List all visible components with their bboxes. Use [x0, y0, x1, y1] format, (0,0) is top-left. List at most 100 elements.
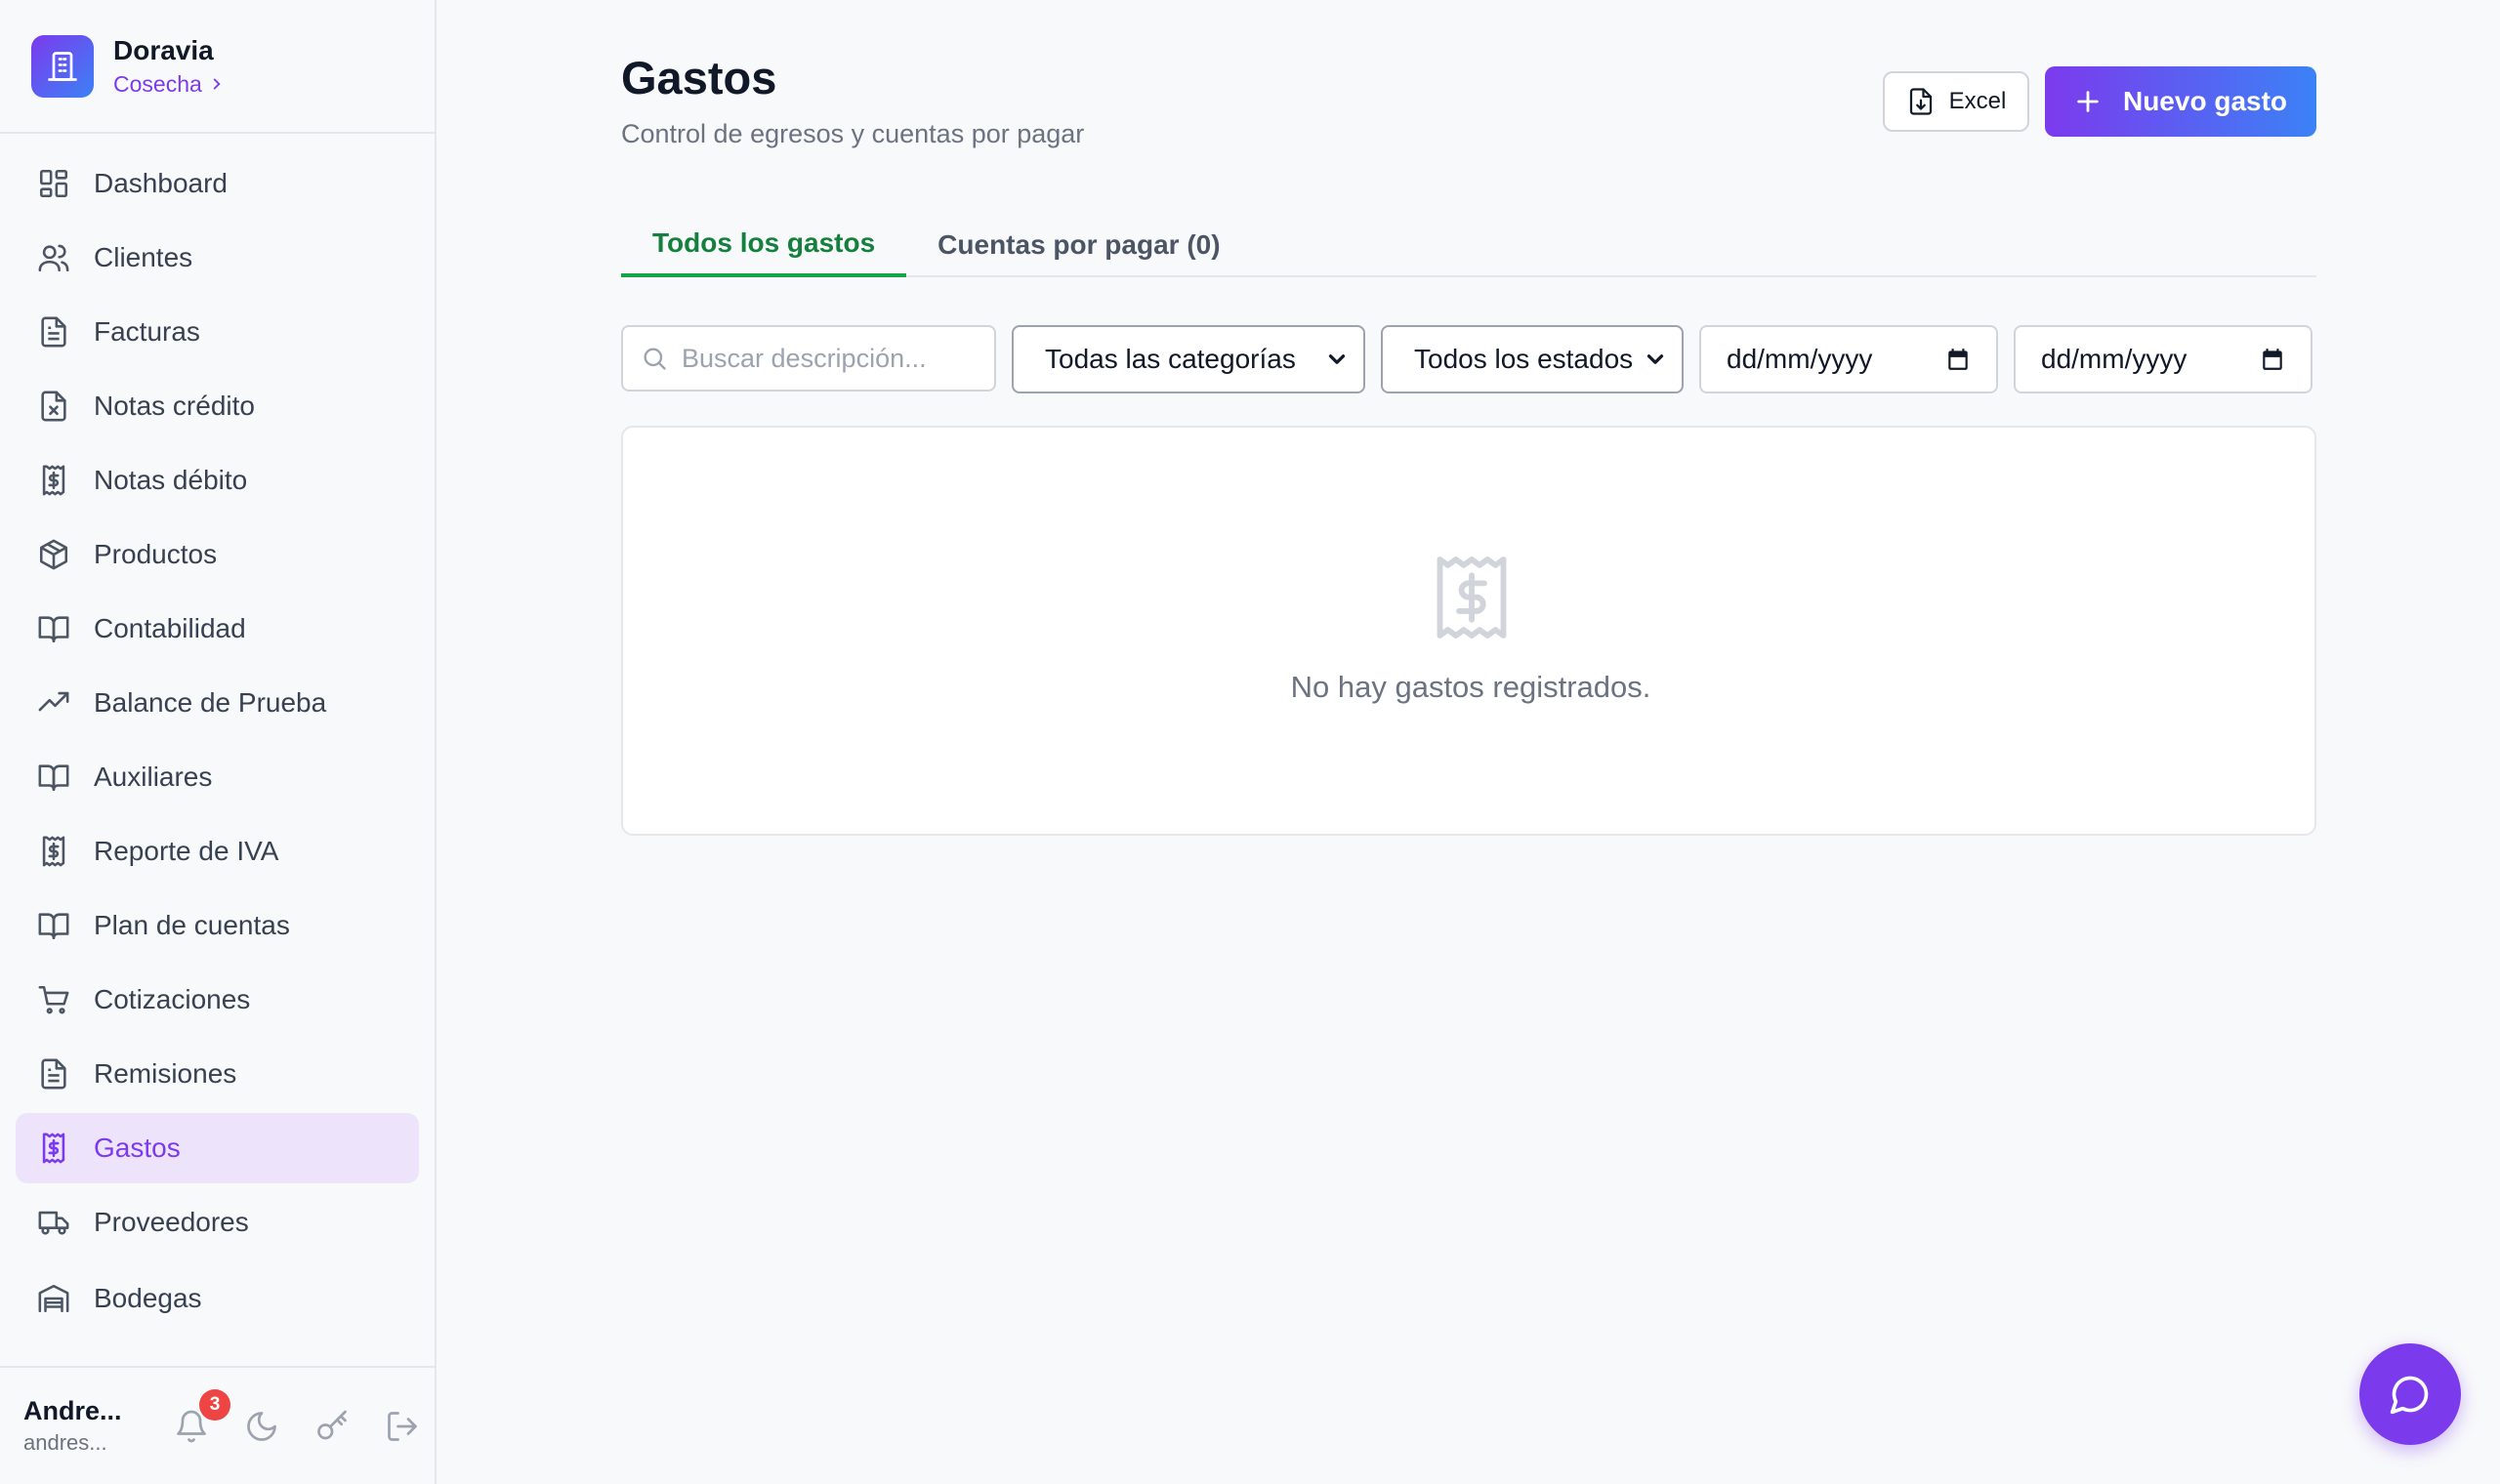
app: Doravia Cosecha Dashboard Clientes Factu… [0, 0, 2500, 1484]
new-expense-button[interactable]: Nuevo gasto [2045, 66, 2316, 137]
sidebar-footer: Andre... andres... 3 [0, 1366, 435, 1484]
org-switcher[interactable]: Cosecha [113, 68, 226, 100]
book-icon [38, 764, 69, 792]
search-input[interactable] [682, 343, 975, 374]
category-select[interactable]: Todas las categorías [1012, 325, 1365, 393]
user-email: andres... [23, 1429, 107, 1455]
page-title: Gastos [621, 52, 777, 103]
document-icon [41, 316, 66, 348]
sidebar-item-bodegas[interactable]: Bodegas [16, 1263, 419, 1334]
sidebar-item-balance-de-prueba[interactable]: Balance de Prueba [16, 668, 419, 738]
sidebar-item-notas-credito[interactable]: Notas crédito [16, 371, 419, 441]
document-icon [41, 1058, 66, 1090]
sidebar-item-label: Proveedores [94, 1207, 249, 1237]
book-icon [38, 616, 69, 643]
sidebar-item-proveedores[interactable]: Proveedores [16, 1187, 419, 1257]
book-icon [38, 913, 69, 940]
search-field[interactable] [621, 325, 996, 392]
export-excel-label: Excel [1948, 88, 2007, 114]
brand-header[interactable]: Doravia Cosecha [0, 0, 435, 134]
sidebar: Doravia Cosecha Dashboard Clientes Factu… [0, 0, 437, 1484]
filters-bar: Todas las categorías Todos los estados d… [621, 325, 2312, 393]
sidebar-item-label: Contabilidad [94, 613, 246, 643]
export-excel-button[interactable]: Excel [1883, 71, 2029, 132]
date-to-field[interactable]: dd/mm/yyyy [2014, 325, 2312, 393]
trending-up-icon [38, 691, 69, 712]
password-button[interactable] [314, 1409, 350, 1444]
sidebar-item-remisiones[interactable]: Remisiones [16, 1039, 419, 1109]
user-info[interactable]: Andre... andres... [23, 1394, 141, 1459]
sidebar-item-facturas[interactable]: Facturas [16, 297, 419, 367]
tab-todos-los-gastos[interactable]: Todos los gastos [621, 213, 907, 277]
calendar-icon[interactable] [1945, 347, 1971, 372]
document-x-icon [41, 391, 66, 422]
sidebar-nav: Dashboard Clientes Facturas Notas crédit… [16, 148, 419, 1338]
sidebar-item-label: Remisiones [94, 1058, 237, 1089]
sidebar-item-auxiliares[interactable]: Auxiliares [16, 742, 419, 812]
calendar-icon[interactable] [2260, 347, 2285, 372]
page-subtitle: Control de egresos y cuentas por pagar [621, 119, 1085, 148]
org-name: Cosecha [113, 70, 202, 97]
status-select[interactable]: Todos los estados [1381, 325, 1684, 393]
users-icon [38, 244, 69, 272]
cart-icon [38, 985, 69, 1014]
tab-bar: Todos los gastos Cuentas por pagar (0) [621, 213, 2316, 277]
sidebar-item-label: Cotizaciones [94, 984, 251, 1014]
empty-state-message: No hay gastos registrados. [1290, 670, 1651, 704]
notifications-button[interactable]: 3 [174, 1388, 230, 1444]
warehouse-icon [38, 1284, 69, 1313]
sidebar-item-label: Balance de Prueba [94, 687, 327, 718]
sidebar-item-plan-de-cuentas[interactable]: Plan de cuentas [16, 890, 419, 961]
sidebar-item-label: Facturas [94, 316, 200, 347]
sidebar-item-dashboard[interactable]: Dashboard [16, 148, 419, 219]
company-name: Doravia [113, 34, 214, 65]
plus-icon [2077, 91, 2099, 112]
sidebar-item-notas-debito[interactable]: Notas débito [16, 445, 419, 515]
moon-icon [247, 1411, 276, 1441]
sidebar-item-cotizaciones[interactable]: Cotizaciones [16, 965, 419, 1035]
sidebar-item-reporte-de-iva[interactable]: Reporte de IVA [16, 816, 419, 886]
sidebar-item-label: Plan de cuentas [94, 910, 290, 940]
status-select-value: Todos los estados [1414, 344, 1634, 374]
date-from-field[interactable]: dd/mm/yyyy [1699, 325, 1998, 393]
date-from-value: dd/mm/yyyy [1727, 344, 1873, 374]
receipt-dollar-icon [42, 465, 65, 496]
sidebar-item-label: Auxiliares [94, 762, 213, 792]
logout-icon [388, 1411, 417, 1441]
dashboard-icon [39, 169, 68, 198]
sidebar-item-contabilidad[interactable]: Contabilidad [16, 594, 419, 664]
category-select-value: Todas las categorías [1045, 344, 1296, 374]
new-expense-label: Nuevo gasto [2122, 86, 2288, 116]
chevron-down-icon [1328, 354, 1346, 364]
building-icon [31, 34, 94, 98]
sidebar-item-label: Clientes [94, 242, 193, 272]
chat-button[interactable] [2359, 1343, 2461, 1445]
receipt-dollar-icon [1437, 556, 1507, 639]
chevron-down-icon [1646, 354, 1664, 364]
sidebar-item-label: Notas crédito [94, 391, 255, 421]
user-name: Andre... [23, 1395, 122, 1425]
key-icon [317, 1410, 347, 1439]
sidebar-item-label: Gastos [94, 1133, 181, 1163]
sidebar-item-clientes[interactable]: Clientes [16, 223, 419, 293]
receipt-dollar-icon [42, 836, 65, 867]
notification-count-badge: 3 [199, 1388, 230, 1421]
receipt-dollar-icon [42, 1133, 65, 1164]
date-to-value: dd/mm/yyyy [2041, 344, 2188, 374]
logout-button[interactable] [385, 1409, 420, 1444]
file-download-icon [1909, 88, 1932, 115]
box-icon [39, 539, 68, 570]
chat-bubble-icon [2390, 1376, 2429, 1415]
sidebar-item-label: Productos [94, 539, 218, 569]
sidebar-item-label: Bodegas [94, 1283, 202, 1313]
sidebar-item-productos[interactable]: Productos [16, 519, 419, 590]
search-icon [644, 348, 666, 370]
truck-icon [38, 1211, 69, 1235]
sidebar-item-label: Notas débito [94, 465, 248, 495]
chevron-right-icon [213, 78, 221, 89]
sidebar-item-label: Reporte de IVA [94, 836, 279, 866]
theme-toggle-button[interactable] [244, 1409, 279, 1444]
sidebar-item-gastos[interactable]: Gastos [16, 1113, 419, 1183]
tab-cuentas-por-pagar[interactable]: Cuentas por pagar (0) [906, 213, 1251, 277]
expenses-empty-state: No hay gastos registrados. [621, 426, 2316, 836]
